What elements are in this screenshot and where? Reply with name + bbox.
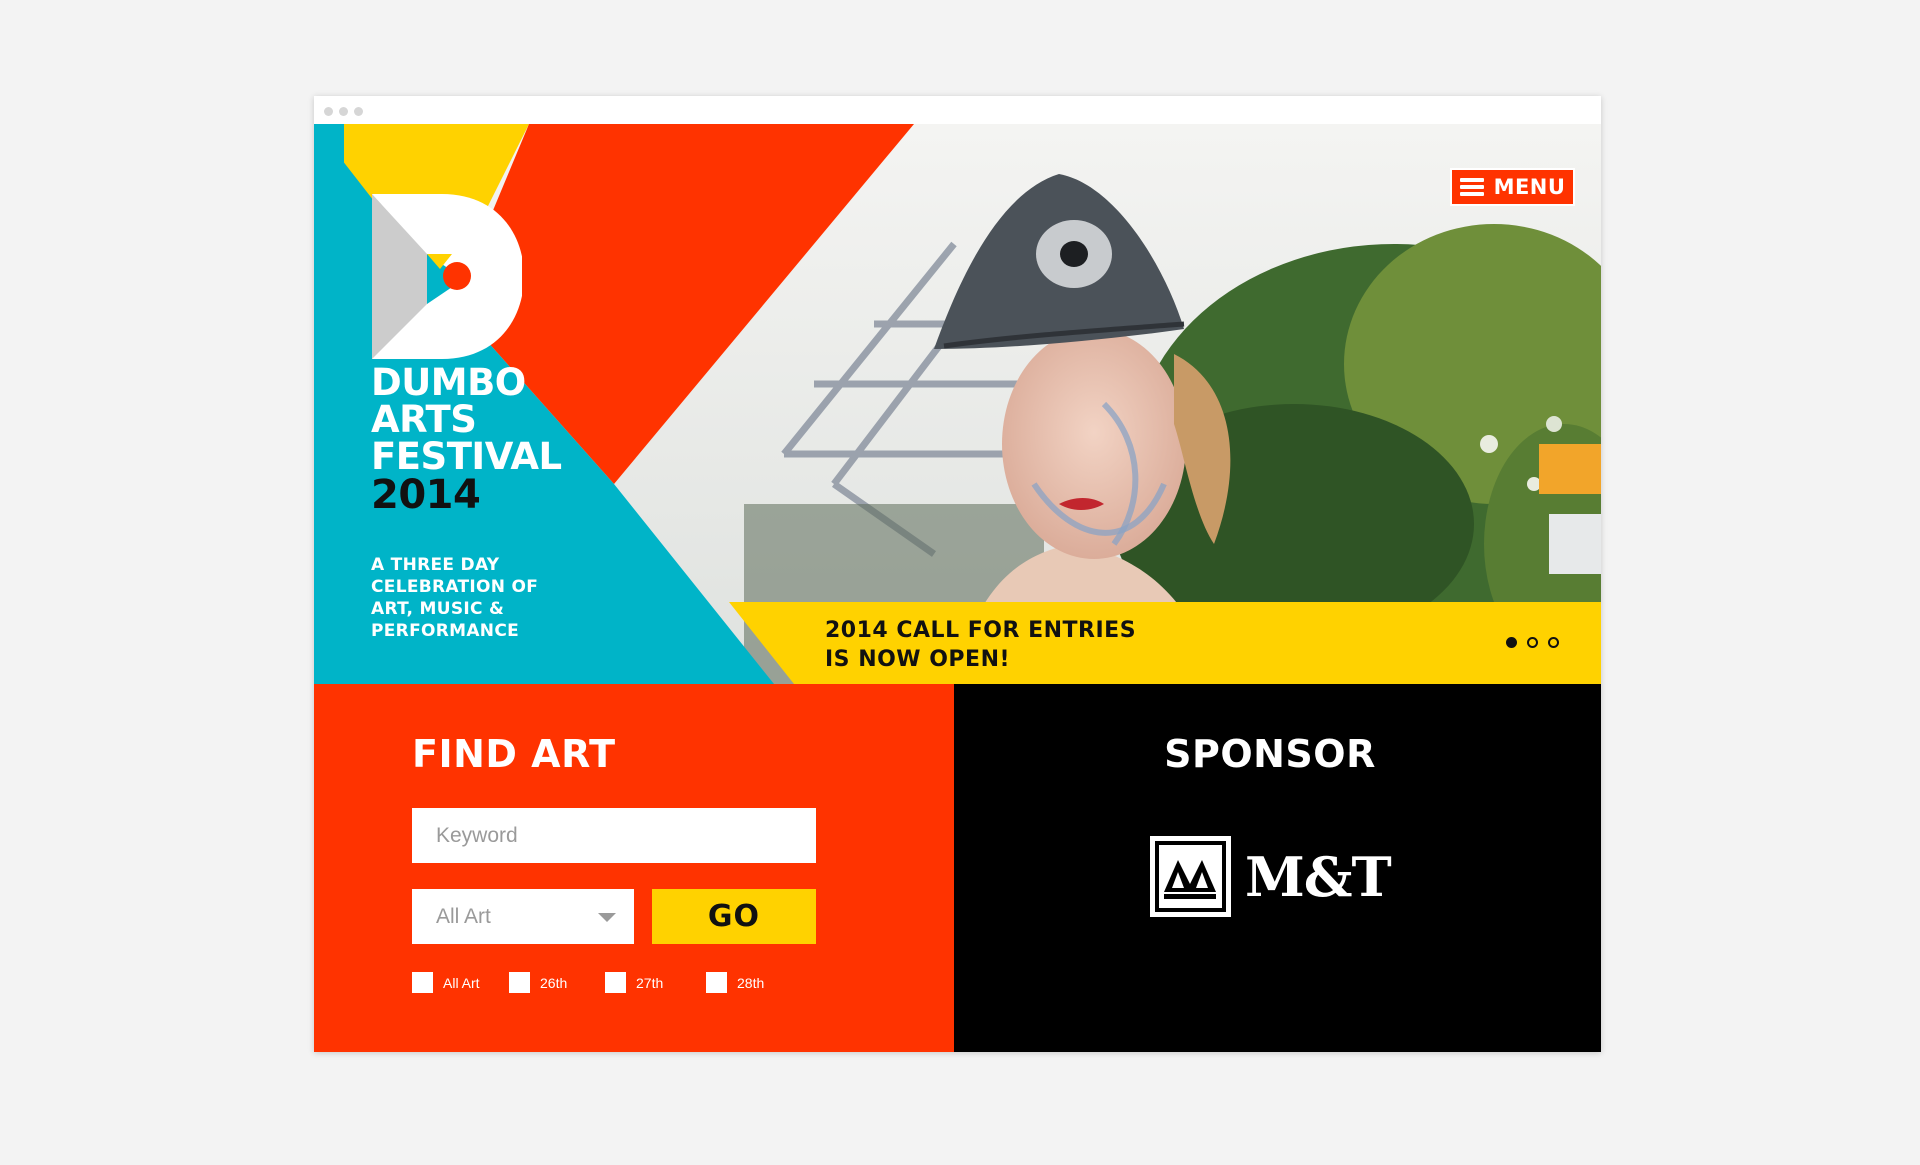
sponsor-title: SPONSOR: [1164, 732, 1376, 776]
checkbox-box[interactable]: [509, 972, 530, 993]
checkbox-box[interactable]: [605, 972, 626, 993]
chevron-down-icon: [598, 913, 616, 922]
banner-line: IS NOW OPEN!: [825, 647, 1011, 672]
find-art-title: FIND ART: [412, 732, 616, 776]
go-button[interactable]: GO: [652, 889, 816, 944]
festival-year: 2014: [371, 472, 481, 518]
checkbox-label: All Art: [443, 974, 480, 991]
mt-bank-icon: [1150, 836, 1231, 917]
checkbox-label: 27th: [636, 974, 664, 991]
window-dot-icon: [354, 107, 363, 116]
checkbox-26th[interactable]: 26th: [509, 972, 567, 993]
tagline-line: A THREE DAY: [371, 555, 500, 575]
browser-window: DUMBO ARTS FESTIVAL 2014 A THREE DAY CEL…: [314, 96, 1601, 1052]
keyword-input[interactable]: [412, 808, 816, 863]
checkbox-box[interactable]: [706, 972, 727, 993]
window-chrome: [314, 96, 1601, 124]
menu-button[interactable]: MENU: [1450, 168, 1575, 206]
find-art-panel: FIND ART All Art GO All Art 26th 27th 28…: [314, 684, 954, 1052]
art-type-select[interactable]: All Art: [412, 889, 634, 944]
festival-logo: [372, 194, 522, 359]
slide-dot-2[interactable]: [1527, 637, 1538, 648]
sponsor-panel: SPONSOR M&T: [954, 684, 1601, 1052]
festival-tagline: A THREE DAY CELEBRATION OF ART, MUSIC & …: [371, 554, 538, 642]
title-line: FESTIVAL: [371, 435, 562, 478]
checkbox-box[interactable]: [412, 972, 433, 993]
window-dot-icon: [339, 107, 348, 116]
slide-dot-1[interactable]: [1506, 637, 1517, 648]
art-type-select-value: All Art: [436, 904, 491, 928]
title-line: ARTS: [371, 398, 477, 441]
tagline-line: PERFORMANCE: [371, 621, 520, 641]
sponsor-name: M&T: [1245, 844, 1392, 909]
checkbox-label: 26th: [540, 974, 568, 991]
checkbox-all-art[interactable]: All Art: [412, 972, 480, 993]
call-for-entries-link[interactable]: 2014 CALL FOR ENTRIES IS NOW OPEN!: [825, 616, 1136, 674]
window-dot-icon: [324, 107, 333, 116]
slide-dot-3[interactable]: [1548, 637, 1559, 648]
tagline-line: ART, MUSIC &: [371, 599, 505, 619]
festival-title: DUMBO ARTS FESTIVAL 2014: [371, 364, 562, 515]
slide-pagination: [1506, 637, 1559, 648]
tagline-line: CELEBRATION OF: [371, 577, 539, 597]
menu-label: MENU: [1493, 175, 1566, 199]
checkbox-27th[interactable]: 27th: [605, 972, 663, 993]
hero-section: DUMBO ARTS FESTIVAL 2014 A THREE DAY CEL…: [314, 124, 1601, 684]
title-line: DUMBO: [371, 361, 526, 404]
hamburger-icon: [1459, 178, 1484, 196]
banner-line: 2014 CALL FOR ENTRIES: [825, 618, 1137, 643]
checkbox-28th[interactable]: 28th: [706, 972, 764, 993]
checkbox-label: 28th: [737, 974, 765, 991]
sponsor-logo[interactable]: M&T: [1150, 836, 1392, 917]
date-filter-checkboxes: All Art 26th 27th 28th: [314, 972, 954, 998]
